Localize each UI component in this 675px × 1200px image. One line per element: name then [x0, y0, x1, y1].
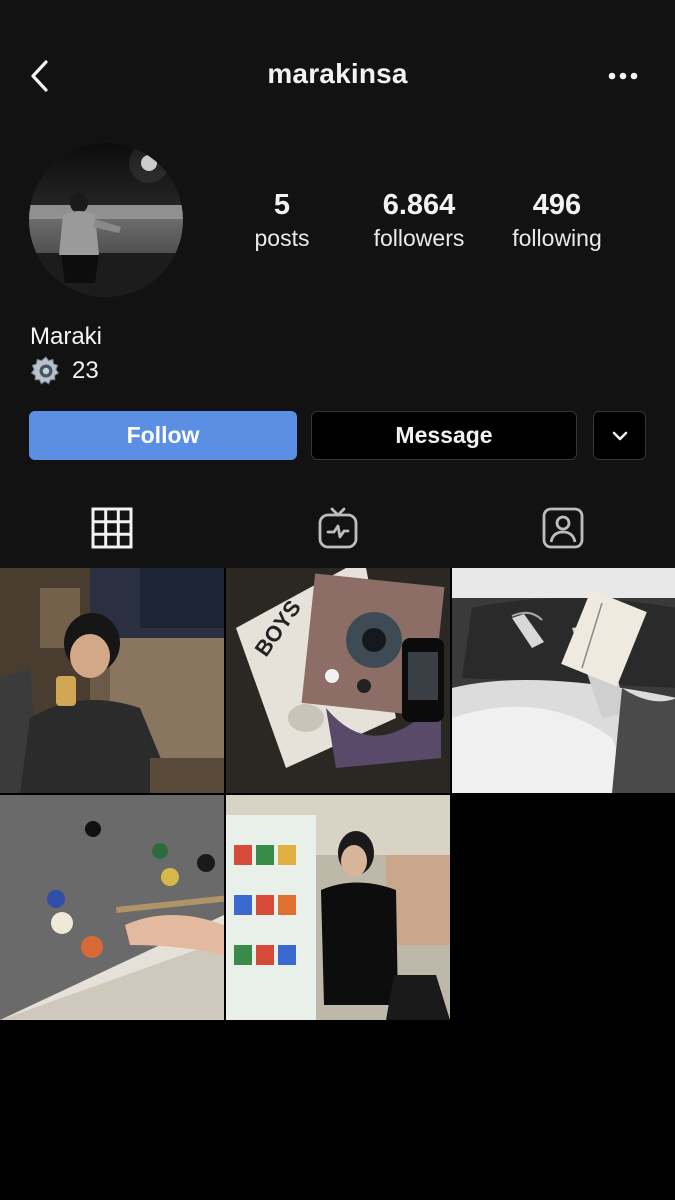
- profile-header: marakinsa 5 posts 6.864 followers 496 fo…: [0, 0, 675, 568]
- tagged-person-icon: [542, 507, 584, 549]
- post-image: [226, 795, 450, 1020]
- post-image: [452, 568, 675, 793]
- post-image: [0, 795, 224, 1020]
- more-horizontal-icon: [608, 72, 638, 80]
- posts-count-value: 5: [273, 189, 291, 221]
- follow-button[interactable]: Follow: [29, 411, 297, 460]
- followers-count[interactable]: 6.864 followers: [344, 188, 494, 254]
- post-thumbnail[interactable]: [226, 795, 450, 1020]
- chevron-down-icon: [612, 431, 627, 440]
- followers-count-label: followers: [373, 225, 465, 251]
- post-thumbnail[interactable]: [0, 795, 224, 1020]
- following-count-value: 496: [532, 189, 582, 221]
- profile-username: marakinsa: [267, 58, 408, 89]
- bio-text: 23: [72, 357, 99, 384]
- post-thumbnail[interactable]: [452, 568, 675, 793]
- tab-igtv[interactable]: [308, 500, 368, 556]
- post-thumbnail[interactable]: BOYS: [226, 568, 450, 793]
- avatar[interactable]: [29, 143, 183, 297]
- tab-tagged[interactable]: [533, 500, 593, 556]
- post-thumbnail[interactable]: [0, 568, 224, 793]
- following-count[interactable]: 496 following: [482, 188, 632, 254]
- tab-posts-grid[interactable]: [82, 500, 142, 556]
- grid-icon: [91, 507, 133, 549]
- more-options-button[interactable]: [604, 62, 644, 90]
- post-image: [0, 568, 224, 793]
- suggested-accounts-button[interactable]: [593, 411, 646, 460]
- bio: 23: [30, 354, 99, 388]
- gear-icon: [30, 356, 60, 385]
- display-name: Maraki: [30, 323, 103, 350]
- following-count-label: following: [512, 225, 602, 251]
- message-button[interactable]: Message: [311, 411, 577, 460]
- posts-count: 5 posts: [207, 188, 357, 254]
- igtv-icon: [318, 507, 358, 549]
- followers-count-value: 6.864: [382, 189, 456, 221]
- posts-count-label: posts: [254, 225, 310, 251]
- post-image: BOYS: [226, 568, 450, 793]
- profile-photo: [29, 143, 183, 297]
- posts-grid: BOYS: [0, 568, 675, 1020]
